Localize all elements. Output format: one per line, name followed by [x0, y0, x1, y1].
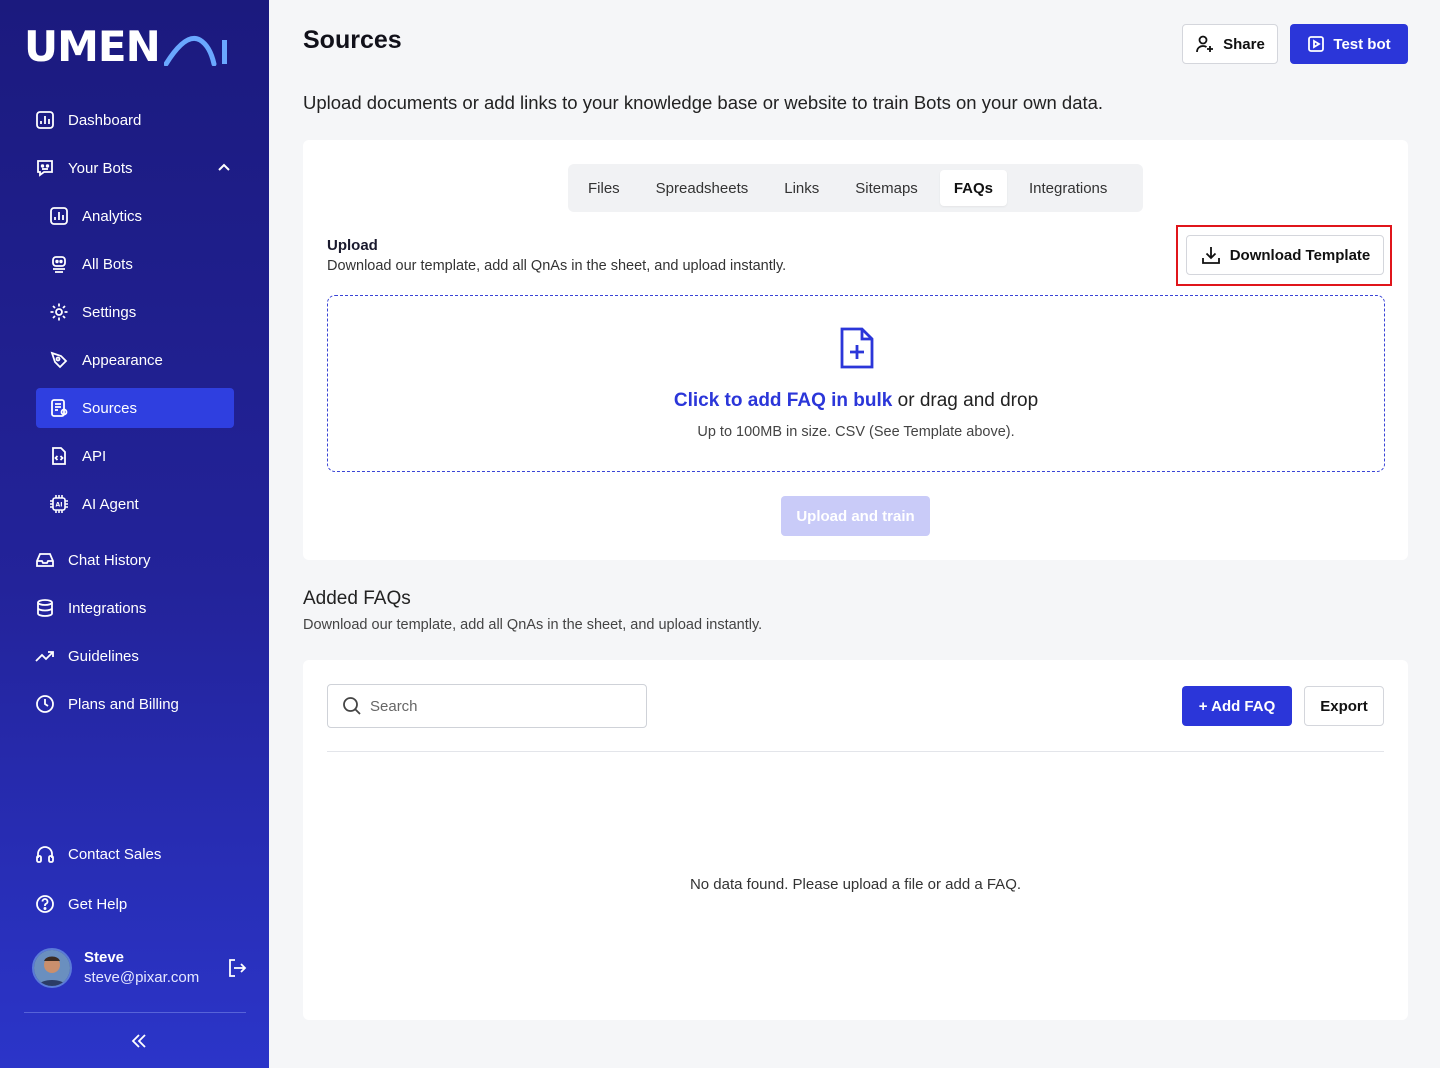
gear-icon [48, 301, 70, 323]
sidebar-item-label: Sources [82, 399, 138, 417]
upload-description: Download our template, add all QnAs in t… [327, 258, 787, 274]
search-input[interactable] [370, 697, 630, 715]
chevron-up-icon[interactable] [214, 158, 234, 178]
sidebar-item-sources[interactable]: Sources [36, 388, 234, 428]
export-button[interactable]: Export [1304, 686, 1384, 726]
faqs-description: Download our template, add all QnAs in t… [303, 617, 763, 633]
search-box[interactable] [327, 684, 647, 728]
sidebar-item-label: API [82, 447, 107, 465]
search-icon [343, 697, 361, 715]
sidebar-item-api[interactable]: API [36, 436, 234, 476]
tab-files[interactable]: Files [574, 170, 634, 206]
database-icon [34, 597, 56, 619]
get-help-link[interactable]: Get Help [34, 884, 240, 924]
file-add-icon [840, 327, 874, 369]
logout-icon[interactable] [226, 957, 248, 979]
sidebar: UMEN Dashboard Your Bots Analytics All B… [0, 0, 269, 1068]
sidebar-item-all-bots[interactable]: All Bots [36, 244, 234, 284]
chart-icon [48, 205, 70, 227]
help-icon [34, 893, 56, 915]
tab-integrations[interactable]: Integrations [1015, 170, 1121, 206]
empty-state-text: No data found. Please upload a file or a… [689, 876, 1022, 893]
headphones-icon [34, 843, 56, 865]
upload-card: Files Spreadsheets Links Sitemaps FAQs I… [303, 140, 1408, 560]
sidebar-item-label: All Bots [82, 255, 133, 273]
source-tabs: Files Spreadsheets Links Sitemaps FAQs I… [568, 164, 1143, 212]
inbox-icon [34, 549, 56, 571]
sidebar-item-ai-agent[interactable]: AI AI Agent [36, 484, 234, 524]
page-description: Upload documents or add links to your kn… [303, 92, 1104, 113]
share-label: Share [1223, 35, 1265, 53]
upload-train-button[interactable]: Upload and train [781, 496, 930, 536]
bot-icon [48, 253, 70, 275]
code-file-icon [48, 445, 70, 467]
add-user-icon [1196, 35, 1214, 53]
sidebar-item-your-bots[interactable]: Your Bots [34, 148, 240, 188]
tab-sitemaps[interactable]: Sitemaps [841, 170, 932, 206]
sidebar-item-label: Settings [82, 303, 137, 321]
sidebar-item-guidelines[interactable]: Guidelines [34, 636, 240, 676]
dropzone-subtext: Up to 100MB in size. CSV (See Template a… [697, 424, 1015, 440]
test-bot-button[interactable]: Test bot [1290, 24, 1408, 64]
contact-sales-link[interactable]: Contact Sales [34, 834, 240, 874]
sidebar-item-plans-billing[interactable]: Plans and Billing [34, 684, 240, 724]
clock-icon [34, 693, 56, 715]
contact-sales-label: Contact Sales [68, 845, 162, 863]
download-template-label: Download Template [1229, 246, 1371, 264]
sidebar-item-label: Dashboard [68, 111, 142, 129]
chart-icon [34, 109, 56, 131]
sidebar-item-analytics[interactable]: Analytics [36, 196, 234, 236]
add-faq-button[interactable]: + Add FAQ [1182, 686, 1292, 726]
tab-spreadsheets[interactable]: Spreadsheets [642, 170, 763, 206]
page-title: Sources [303, 26, 402, 54]
chip-icon: AI [48, 493, 70, 515]
dropzone-rest: or drag and drop [892, 390, 1039, 411]
sidebar-item-integrations[interactable]: Integrations [34, 588, 240, 628]
sidebar-item-appearance[interactable]: Appearance [36, 340, 234, 380]
faqs-title: Added FAQs [303, 588, 411, 609]
bot-icon [34, 157, 56, 179]
logo-text: UMEN [24, 21, 161, 71]
sidebar-item-label: Analytics [82, 207, 143, 225]
download-template-button[interactable]: Download Template [1186, 235, 1384, 275]
sidebar-item-label: Chat History [68, 551, 151, 569]
upload-title: Upload [327, 237, 378, 254]
sidebar-item-settings[interactable]: Settings [36, 292, 234, 332]
document-icon [48, 397, 70, 419]
user-name: Steve [84, 949, 125, 966]
trend-icon [34, 645, 56, 667]
sidebar-item-label: Appearance [82, 351, 163, 369]
sidebar-item-dashboard[interactable]: Dashboard [34, 100, 240, 140]
faq-list-card: + Add FAQ Export No data found. Please u… [303, 660, 1408, 1020]
svg-text:AI: AI [56, 502, 63, 509]
faq-dropzone[interactable]: Click to add FAQ in bulk or drag and dro… [327, 295, 1385, 472]
collapse-sidebar-icon[interactable] [128, 1030, 150, 1052]
get-help-label: Get Help [68, 895, 128, 913]
bulk-add-link[interactable]: Click to add FAQ in bulk [674, 390, 893, 411]
sidebar-item-label: AI Agent [82, 495, 139, 513]
sidebar-divider [24, 1012, 246, 1013]
download-icon [1201, 247, 1220, 264]
play-icon [1308, 36, 1325, 52]
user-profile: Steve steve@pixar.com [32, 946, 248, 990]
logo-mark-icon [163, 36, 227, 66]
share-button[interactable]: Share [1182, 24, 1278, 64]
dropzone-text: Click to add FAQ in bulk or drag and dro… [328, 390, 1384, 412]
sidebar-item-label: Plans and Billing [68, 695, 179, 713]
test-bot-label: Test bot [1333, 35, 1391, 53]
user-email: steve@pixar.com [84, 969, 200, 986]
brand-logo[interactable]: UMEN [24, 21, 228, 71]
avatar[interactable] [32, 948, 72, 988]
sidebar-item-chat-history[interactable]: Chat History [34, 540, 240, 580]
list-divider [327, 751, 1384, 752]
tab-links[interactable]: Links [770, 170, 833, 206]
sidebar-item-label: Your Bots [68, 159, 133, 177]
sidebar-item-label: Integrations [68, 599, 147, 617]
pen-icon [48, 349, 70, 371]
tab-faqs[interactable]: FAQs [939, 170, 1007, 206]
sidebar-item-label: Guidelines [68, 647, 139, 665]
